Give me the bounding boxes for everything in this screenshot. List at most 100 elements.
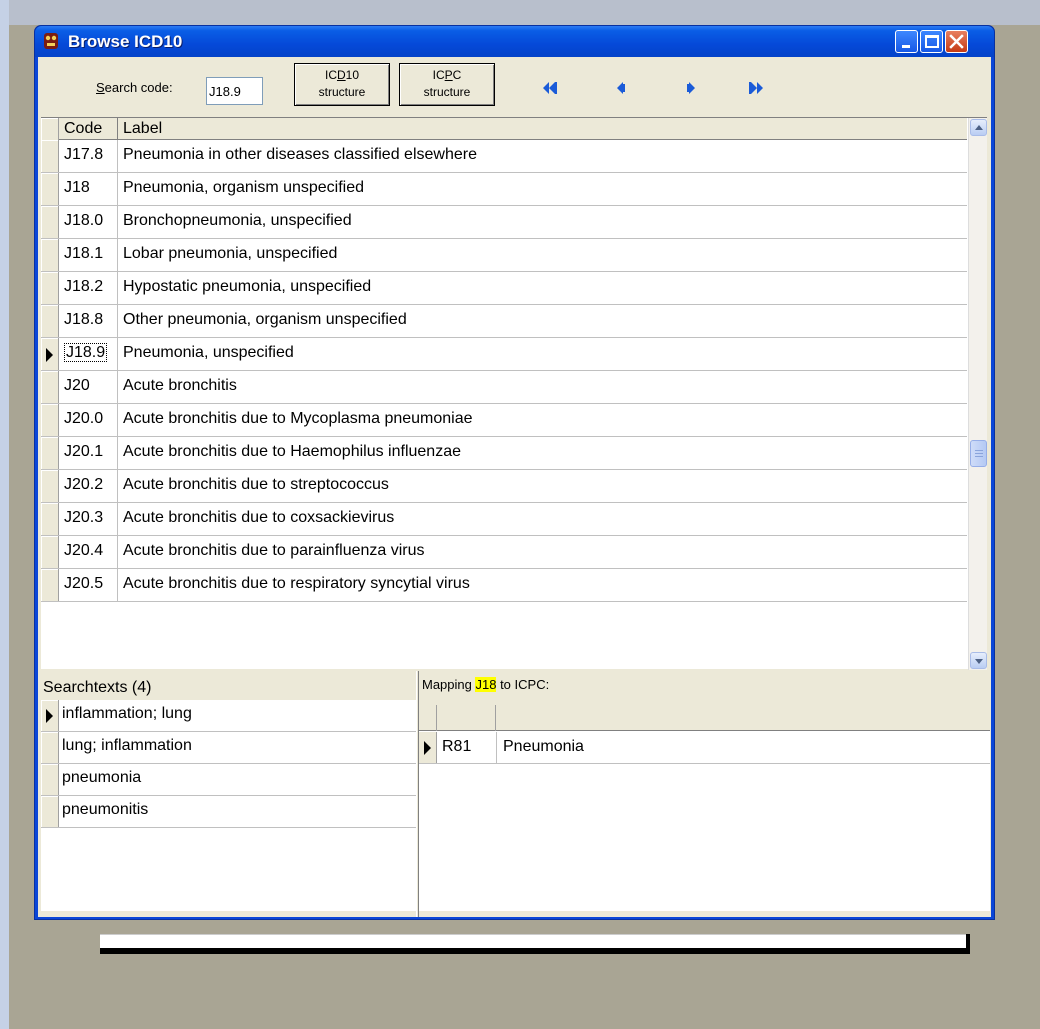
label-cell: Acute bronchitis due to parainfluenza vi… <box>123 542 425 559</box>
chevron-up-icon <box>975 125 983 130</box>
icd10-structure-label-line2: structure <box>318 85 366 99</box>
minimize-button[interactable] <box>895 30 918 53</box>
code-cell: J18.8 <box>60 305 118 337</box>
current-row-arrow-icon <box>46 348 53 362</box>
table-row[interactable]: J18.8 Other pneumonia, organism unspecif… <box>41 305 967 338</box>
maximize-icon <box>925 35 939 48</box>
table-row[interactable]: J20 Acute bronchitis <box>41 371 967 404</box>
icd10-structure-button[interactable]: ICD10 structure <box>294 63 390 106</box>
mapping-header: Mapping J18 to ICPC: <box>419 671 990 705</box>
table-row[interactable]: J20.2 Acute bronchitis due to streptococ… <box>41 470 967 503</box>
label-cell: Acute bronchitis due to Haemophilus infl… <box>123 443 461 460</box>
label-cell: Pneumonia in other diseases classified e… <box>123 146 477 163</box>
searchtexts-panel: Searchtexts (4) inflammation; lung lung;… <box>41 671 416 911</box>
focused-code-value: J18.9 <box>64 343 108 362</box>
icpc-structure-button[interactable]: ICPC structure <box>399 63 495 106</box>
desktop-top-band <box>9 0 1040 25</box>
table-row[interactable]: J20.1 Acute bronchitis due to Haemophilu… <box>41 437 967 470</box>
toolbar: Search code: ICD10 structure ICPC struct… <box>38 57 991 115</box>
searchtext-value: pneumonitis <box>62 801 149 818</box>
window-shadow-highlight <box>100 934 966 948</box>
grip-line <box>975 456 983 457</box>
label-cell: Acute bronchitis due to coxsackievirus <box>123 509 395 526</box>
search-code-input[interactable] <box>206 77 263 105</box>
code-cell: J18.9 <box>60 338 118 370</box>
desktop-background <box>0 0 9 1029</box>
table-row[interactable]: J20.5 Acute bronchitis due to respirator… <box>41 569 967 602</box>
icpc-label-cell: Pneumonia <box>503 738 584 755</box>
icd10-codes-grid: Code Label J17.8 Pneumonia in other dise… <box>41 117 987 670</box>
row-indicator <box>41 305 59 337</box>
code-cell: J18.1 <box>60 239 118 271</box>
row-indicator <box>41 338 59 370</box>
list-item[interactable]: lung; inflammation <box>41 732 416 764</box>
code-cell: J20.2 <box>60 470 118 502</box>
header-indicator-cell <box>419 705 437 731</box>
label-column-header[interactable]: Label <box>123 120 162 138</box>
table-row[interactable]: J20.3 Acute bronchitis due to coxsackiev… <box>41 503 967 536</box>
searchtext-value: inflammation; lung <box>62 705 192 722</box>
row-indicator <box>41 371 59 403</box>
table-row[interactable]: J20.4 Acute bronchitis due to parainflue… <box>41 536 967 569</box>
list-item-selected[interactable]: inflammation; lung <box>41 700 416 732</box>
code-cell: J17.8 <box>60 140 118 172</box>
column-divider <box>496 732 497 763</box>
table-row[interactable]: J17.8 Pneumonia in other diseases classi… <box>41 140 967 173</box>
title-bar[interactable]: Browse ICD10 <box>35 26 994 57</box>
code-cell: J18.2 <box>60 272 118 304</box>
table-row-selected[interactable]: J18.9 Pneumonia, unspecified <box>41 338 967 371</box>
row-indicator <box>41 503 59 535</box>
scroll-up-button[interactable] <box>970 119 987 136</box>
grip-line <box>975 453 983 454</box>
mapping-code-highlight: J18 <box>475 677 497 692</box>
window-title: Browse ICD10 <box>68 32 183 51</box>
table-row[interactable]: R81 Pneumonia <box>419 732 990 764</box>
prior-record-icon[interactable] <box>614 81 632 95</box>
row-indicator <box>41 732 59 763</box>
list-item[interactable]: pneumonia <box>41 764 416 796</box>
current-row-arrow-icon <box>46 709 53 723</box>
searchtext-value: lung; inflammation <box>62 737 192 754</box>
grid-header-row: Code Label <box>41 118 967 140</box>
scroll-thumb[interactable] <box>970 440 987 467</box>
row-indicator <box>41 404 59 436</box>
table-row[interactable]: J18.0 Bronchopneumonia, unspecified <box>41 206 967 239</box>
code-cell: J18 <box>60 173 118 205</box>
searchtext-value: pneumonia <box>62 769 142 786</box>
first-record-icon[interactable] <box>543 81 561 95</box>
code-column-header[interactable]: Code <box>60 118 118 140</box>
row-indicator <box>41 764 59 795</box>
maximize-button[interactable] <box>920 30 943 53</box>
next-record-icon[interactable] <box>680 81 698 95</box>
codes-vertical-scrollbar[interactable] <box>968 118 987 670</box>
mapping-column-header-row <box>419 705 990 731</box>
scroll-down-button[interactable] <box>970 652 987 669</box>
code-cell: J18.0 <box>60 206 118 238</box>
label-cell: Hypostatic pneumonia, unspecified <box>123 278 372 295</box>
list-item[interactable]: pneumonitis <box>41 796 416 828</box>
label-cell: Lobar pneumonia, unspecified <box>123 245 338 262</box>
label-cell: Pneumonia, unspecified <box>123 344 294 361</box>
row-indicator <box>41 437 59 469</box>
last-record-icon[interactable] <box>745 81 763 95</box>
row-indicator <box>41 536 59 568</box>
label-cell: Acute bronchitis <box>123 377 237 394</box>
row-indicator <box>41 206 59 238</box>
row-indicator <box>41 173 59 205</box>
table-row[interactable]: J18 Pneumonia, organism unspecified <box>41 173 967 206</box>
table-row[interactable]: J18.1 Lobar pneumonia, unspecified <box>41 239 967 272</box>
row-indicator <box>419 732 437 763</box>
label-cell: Acute bronchitis due to streptococcus <box>123 476 389 493</box>
row-indicator <box>41 700 59 731</box>
close-button[interactable] <box>945 30 968 53</box>
code-cell: J20.5 <box>60 569 118 601</box>
mapping-code-column-header[interactable] <box>438 705 496 731</box>
icd10-structure-label-line1: ICD10 <box>324 68 360 82</box>
code-cell: J20.1 <box>60 437 118 469</box>
icpc-code-cell: R81 <box>442 738 472 755</box>
row-indicator <box>41 272 59 304</box>
label-cell: Other pneumonia, organism unspecified <box>123 311 407 328</box>
table-row[interactable]: J18.2 Hypostatic pneumonia, unspecified <box>41 272 967 305</box>
table-row[interactable]: J20.0 Acute bronchitis due to Mycoplasma… <box>41 404 967 437</box>
label-cell: Pneumonia, organism unspecified <box>123 179 365 196</box>
